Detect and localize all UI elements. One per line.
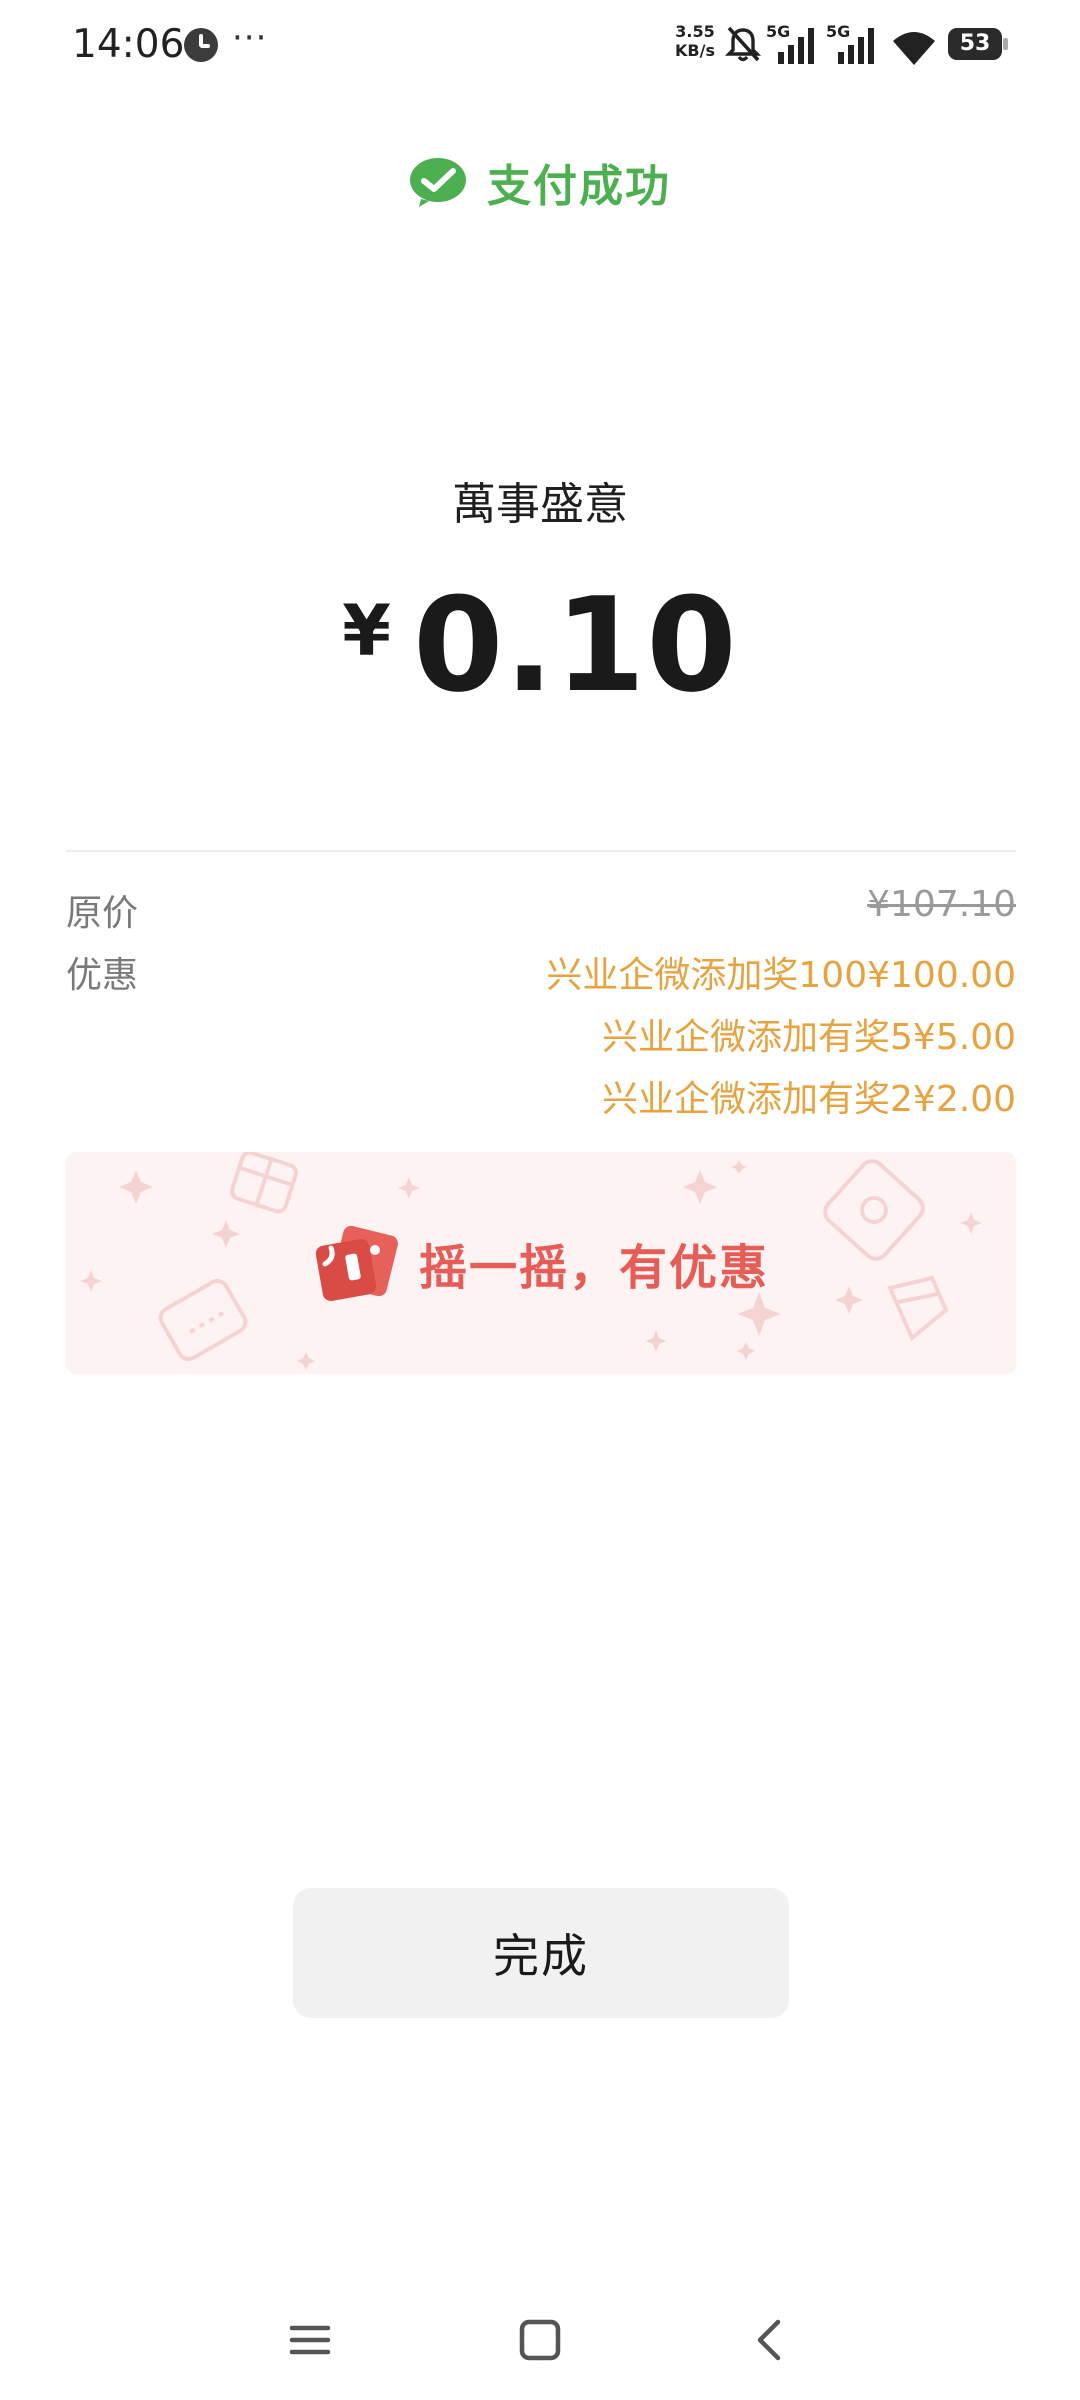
shake-promo-text: 摇一摇，有优惠 [418,1240,769,1296]
clock-app-icon [184,28,218,62]
payment-success-title: 支付成功 [487,161,671,212]
network-speed-value: 3.55 [675,22,715,41]
wechat-pay-check-icon [410,158,466,207]
battery-icon: 53 [948,28,1010,60]
wifi-icon [893,32,935,65]
status-time: 14:06 [72,22,185,67]
mute-bell-icon [724,26,762,62]
original-price-value: ¥107.10 [867,884,1016,925]
payment-result-header: 支付成功 [0,150,1080,214]
discount-item: 兴业企微添加有奖2¥2.00 [602,1079,1016,1120]
signal-bars-icon [838,28,874,64]
status-bar: 14:06 ··· 3.55 KB/s 5G 5G 53 [0,0,1080,90]
battery-level: 53 [959,31,991,56]
amount-value: 0.10 [412,569,738,721]
back-icon[interactable] [740,2310,800,2370]
original-price-label: 原价 [66,893,139,934]
signal-2: 5G [826,22,876,66]
discount-item: 兴业企微添加有奖5¥5.00 [602,1017,1016,1058]
divider [66,850,1016,852]
shake-coupon-icon [315,1225,398,1301]
network-speed-unit: KB/s [675,41,715,60]
signal-1: 5G [766,22,816,66]
network-speed: 3.55 KB/s [670,22,720,60]
shake-promo-banner[interactable]: 摇一摇，有优惠 [66,1152,1016,1374]
home-icon[interactable] [510,2310,570,2370]
payment-amount: ¥ 0.10 [0,580,1080,710]
discount-item: 兴业企微添加奖100¥100.00 [546,955,1016,996]
discount-label: 优惠 [66,955,139,996]
menu-icon[interactable] [280,2310,340,2370]
merchant-name: 萬事盛意 [452,479,628,530]
done-button-label: 完成 [493,1929,589,1983]
signal-bars-icon [778,28,814,64]
done-button[interactable]: 完成 [293,1888,789,2018]
more-notifications-icon: ··· [232,18,268,58]
currency-symbol: ¥ [342,590,391,672]
